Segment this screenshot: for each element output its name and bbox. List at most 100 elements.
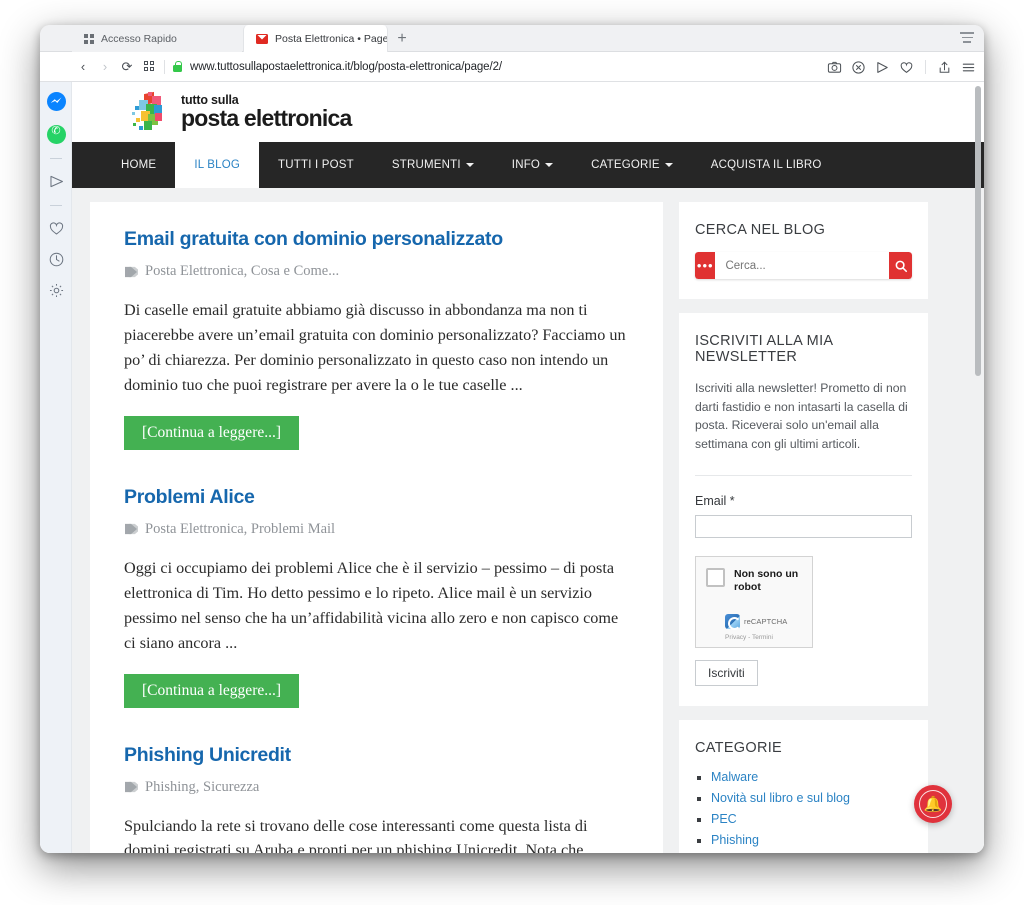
nav-item-label: CATEGORIE <box>591 159 660 171</box>
recaptcha-checkbox[interactable] <box>706 568 725 588</box>
browser-window: Accesso Rapido Posta Elettronica • Page … <box>40 25 984 853</box>
grid-icon <box>84 33 94 44</box>
share-icon[interactable] <box>937 60 952 75</box>
reload-button[interactable]: ⟳ <box>116 56 138 78</box>
post-categories: Posta Elettronica, Cosa e Come... <box>124 263 629 280</box>
tab-accesso-rapido[interactable]: Accesso Rapido <box>72 25 242 52</box>
category-list-item[interactable]: Novità sul libro e sul blog <box>695 791 912 805</box>
clock-icon[interactable] <box>45 248 67 270</box>
tab-menu-icon[interactable] <box>960 32 974 44</box>
new-tab-button[interactable]: + <box>392 29 412 49</box>
camera-icon[interactable] <box>827 60 842 75</box>
search-input[interactable] <box>715 252 890 279</box>
nav-item-label: HOME <box>121 159 157 171</box>
site-logo[interactable]: tutto sulla posta elettronica <box>130 91 352 132</box>
widget-newsletter: ISCRIVITI ALLA MIA NEWSLETTER Iscriviti … <box>679 313 928 707</box>
back-button[interactable]: ‹ <box>72 56 94 78</box>
post-list: Email gratuita con dominio personalizzat… <box>90 202 663 853</box>
post-excerpt: Oggi ci occupiamo dei problemi Alice che… <box>124 558 619 652</box>
messenger-icon[interactable] <box>45 90 67 112</box>
widget-search: CERCA NEL BLOG ••• <box>679 202 928 299</box>
sidebar: CERCA NEL BLOG ••• Cerca... ISCRIVITI AL… <box>679 202 928 853</box>
tag-icon <box>125 781 138 793</box>
post-excerpt: Spulciando la rete si trovano delle cose… <box>124 816 588 854</box>
divider <box>695 475 912 477</box>
category-list: Malware Novità sul libro e sul blog PEC Phi… <box>695 770 912 853</box>
nav-item-label: INFO <box>511 159 541 171</box>
heart-icon[interactable] <box>899 60 914 75</box>
nav-item-label: TUTTI I POST <box>278 159 354 171</box>
divider <box>925 60 926 74</box>
continue-reading-button[interactable]: [Continua a leggere...] <box>124 415 300 450</box>
chevron-down-icon <box>465 163 474 167</box>
newsletter-description: Iscriviti alla newsletter! Prometto di n… <box>695 381 908 451</box>
recaptcha-brand-text: reCAPTCHA <box>744 617 788 627</box>
post-title-link[interactable]: Problemi Alice <box>124 486 629 509</box>
gear-icon[interactable] <box>45 279 67 301</box>
tab-label: Accesso Rapido <box>101 32 177 45</box>
rail-divider <box>50 158 62 159</box>
nav-item-label: STRUMENTI <box>391 159 461 171</box>
tab-overview-button[interactable] <box>138 56 160 78</box>
recaptcha-legal-text[interactable]: Privacy - Termini <box>725 634 773 641</box>
category-list-item[interactable]: Malware <box>695 770 912 784</box>
tag-icon <box>125 266 138 277</box>
nav-item-il-blog[interactable]: IL BLOG <box>175 142 260 188</box>
address-bar-actions <box>827 52 976 82</box>
search-icon <box>895 260 907 272</box>
post-categories-label: Phishing, Sicurezza <box>145 778 260 795</box>
site-header: tutto sulla posta elettronica <box>72 82 984 142</box>
grid-icon <box>143 61 155 72</box>
nav-item-strumenti[interactable]: STRUMENTI <box>373 142 493 188</box>
widget-title: ISCRIVITI ALLA MIA NEWSLETTER <box>695 333 833 365</box>
nav-item-label: IL BLOG <box>194 159 241 171</box>
tag-icon <box>125 524 138 535</box>
post-title-link[interactable]: Phishing Unicredit <box>124 744 629 767</box>
menu-icon[interactable] <box>961 60 976 75</box>
nav-item-label: ACQUISTA IL LIBRO <box>710 159 822 171</box>
tab-strip: Accesso Rapido Posta Elettronica • Page … <box>40 25 984 52</box>
blocker-icon[interactable] <box>851 60 866 75</box>
continue-reading-button[interactable]: [Continua a leggere...] <box>124 673 300 708</box>
post-excerpt: Di caselle email gratuite abbiamo già di… <box>124 301 626 394</box>
heart-icon[interactable] <box>45 217 67 239</box>
newsletter-submit-button[interactable]: Iscriviti <box>695 660 758 687</box>
search-options-button[interactable]: ••• <box>695 252 716 279</box>
chevron-down-icon <box>664 163 673 167</box>
post-item: Problemi Alice Posta Elettronica, Problem… <box>124 486 629 734</box>
recaptcha-label: Non sono un robot <box>734 568 799 594</box>
nav-item-tutti-i-post[interactable]: TUTTI I POST <box>259 142 373 188</box>
rail-divider <box>50 205 62 206</box>
forward-button[interactable]: › <box>94 56 116 78</box>
email-field-label: Email * <box>695 494 735 509</box>
widget-title: CERCA NEL BLOG <box>695 222 826 238</box>
email-field[interactable] <box>695 515 912 539</box>
page-scrollbar[interactable] <box>975 86 981 376</box>
nav-item-home[interactable]: HOME <box>102 142 175 188</box>
notification-bell-button[interactable]: 🔔 <box>914 785 952 823</box>
widget-categories: CATEGORIE Malware Novità sul libro e sul … <box>679 720 928 853</box>
telegram-icon[interactable] <box>45 170 67 192</box>
post-item: Email gratuita con dominio personalizzat… <box>124 228 629 476</box>
post-categories-label: Posta Elettronica, Problemi Mail <box>145 520 336 537</box>
widget-title: CATEGORIE <box>695 740 783 757</box>
send-icon[interactable] <box>875 60 890 75</box>
nav-item-info[interactable]: INFO <box>493 142 572 188</box>
post-categories: Phishing, Sicurezza <box>124 779 629 796</box>
content-area: Email gratuita con dominio personalizzat… <box>72 188 984 853</box>
logo-mosaic-icon <box>130 91 172 132</box>
category-list-item[interactable]: Phishing <box>695 833 912 847</box>
post-title-link[interactable]: Email gratuita con dominio personalizzat… <box>124 228 629 251</box>
browser-body: ••• <box>40 82 984 853</box>
tab-posta-elettronica[interactable]: Posta Elettronica • Page 2 of 3 <box>243 25 388 52</box>
tab-label: Posta Elettronica • Page 2 <box>275 32 388 45</box>
whatsapp-icon[interactable] <box>45 123 67 145</box>
search-submit-button[interactable] <box>889 252 912 279</box>
recaptcha-widget[interactable]: Non sono un robot reCAPTCHA Privacy - Te… <box>695 556 813 649</box>
category-list-item[interactable]: PEC <box>695 812 912 826</box>
url-text[interactable]: www.tuttosullapostaelettronica.it/blog/p… <box>190 61 502 73</box>
nav-item-acquista-il-libro[interactable]: ACQUISTA IL LIBRO <box>692 142 841 188</box>
bell-icon: 🔔 <box>919 790 947 818</box>
page-viewport: tutto sulla posta elettronica HOME IL BLO… <box>72 82 984 853</box>
nav-item-categorie[interactable]: CATEGORIE <box>572 142 692 188</box>
